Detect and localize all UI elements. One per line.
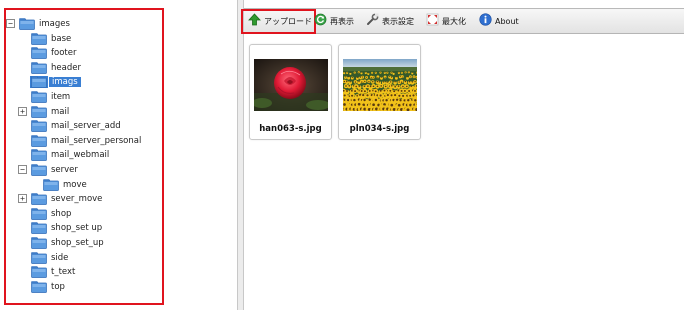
maximize-button[interactable]: 最大化 <box>426 12 466 30</box>
refresh-label: 再表示 <box>330 16 354 26</box>
top-strip <box>244 0 684 9</box>
sunflower-field-photo-icon <box>343 59 417 111</box>
toolbar: アップロード 再表示 表示設定 最大化 About <box>241 9 684 34</box>
display-settings-button[interactable]: 表示設定 <box>366 12 414 30</box>
file-view-panel: アップロード 再表示 表示設定 最大化 About han063-s.jpg p… <box>241 0 684 310</box>
display-settings-label: 表示設定 <box>382 16 414 26</box>
folder-tree-panel: − images base footer header imags item + mail mai… <box>0 0 238 310</box>
refresh-icon <box>314 13 327 29</box>
maximize-icon <box>426 13 439 29</box>
info-icon <box>479 13 492 29</box>
file-thumbnail-han063[interactable]: han063-s.jpg <box>249 44 332 140</box>
upload-highlight-box <box>241 9 316 34</box>
file-thumbnail-pln034[interactable]: pln034-s.jpg <box>338 44 421 140</box>
maximize-label: 最大化 <box>442 16 466 26</box>
about-button[interactable]: About <box>479 12 519 30</box>
about-label: About <box>495 16 519 26</box>
tree-highlight-box <box>4 8 164 305</box>
refresh-button[interactable]: 再表示 <box>314 12 354 30</box>
file-name: han063-s.jpg <box>259 124 322 134</box>
file-name: pln034-s.jpg <box>349 124 410 134</box>
wrench-icon <box>366 13 379 29</box>
red-rose-photo-icon <box>254 59 328 111</box>
